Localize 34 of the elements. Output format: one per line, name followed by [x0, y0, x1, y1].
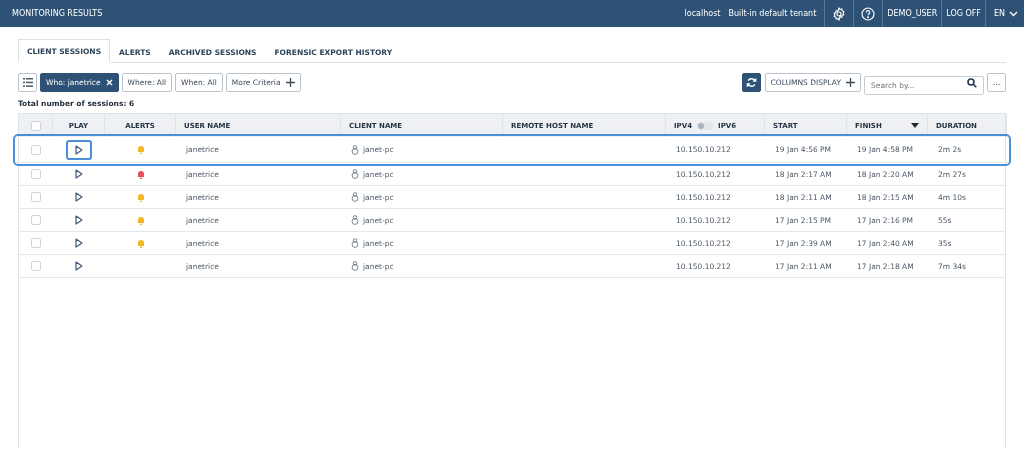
- refresh-icon: [745, 76, 757, 88]
- row-checkbox[interactable]: [31, 144, 41, 155]
- play-icon: [75, 192, 83, 202]
- list-icon: [22, 77, 33, 87]
- play-icon: [75, 169, 83, 179]
- play-icon: [75, 261, 83, 271]
- log-off-button[interactable]: LOG OFF: [941, 0, 985, 27]
- chevron-down-icon: [1009, 10, 1018, 17]
- plus-icon: [285, 77, 295, 87]
- language-dropdown[interactable]: EN: [984, 0, 1024, 27]
- play-icon: [75, 144, 83, 155]
- help-icon: [861, 6, 876, 21]
- sort-down-icon[interactable]: [911, 123, 919, 128]
- plus-icon: [846, 77, 855, 87]
- row-checkbox[interactable]: [31, 215, 41, 225]
- more-button[interactable]: ...: [987, 72, 1006, 92]
- tenant-name: Built-in default tenant: [728, 9, 817, 18]
- play-button[interactable]: [66, 139, 92, 160]
- select-all-checkbox[interactable]: [30, 120, 41, 131]
- ip-toggle[interactable]: [697, 121, 714, 130]
- host-name: localhost: [684, 9, 721, 18]
- row-checkbox[interactable]: [31, 192, 41, 202]
- play-icon: [75, 238, 83, 248]
- row-checkbox[interactable]: [31, 169, 41, 179]
- page-title: MONITORING RESULTS: [11, 9, 103, 18]
- list-view-button[interactable]: [18, 72, 37, 92]
- play-icon: [75, 215, 83, 225]
- user-menu[interactable]: DEMO_USER: [882, 0, 942, 27]
- row-checkbox[interactable]: [31, 238, 41, 248]
- close-icon: [105, 78, 113, 86]
- row-checkbox[interactable]: [31, 261, 41, 271]
- search-icon: [967, 77, 977, 88]
- refresh-button[interactable]: [741, 72, 761, 92]
- settings-icon: [832, 6, 847, 21]
